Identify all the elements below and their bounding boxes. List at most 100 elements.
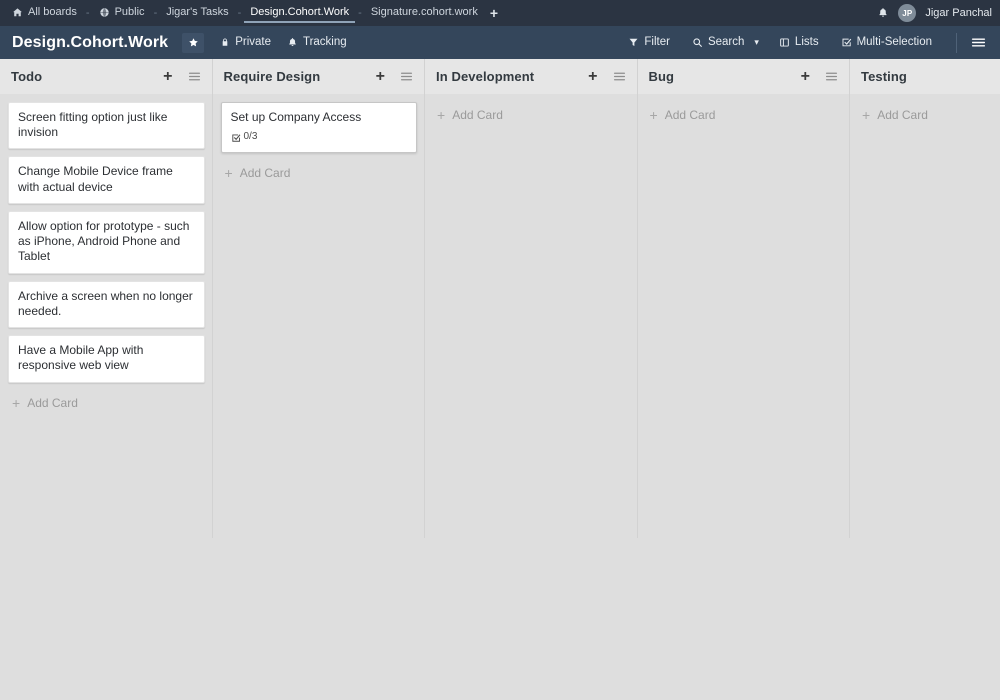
breadcrumb-separator: - (355, 7, 365, 19)
card-title: Have a Mobile App with responsive web vi… (18, 343, 195, 373)
column-menu-icon[interactable] (390, 71, 413, 82)
star-board-button[interactable] (182, 33, 204, 53)
column-card-list: + Add Card (425, 94, 638, 544)
card[interactable]: Have a Mobile App with responsive web vi… (8, 335, 205, 382)
add-card-plus-icon[interactable]: + (796, 69, 815, 85)
column-card-list: Screen fitting option just like invision… (0, 94, 213, 544)
breadcrumb-item-signature-cohort-work[interactable]: Signature.cohort.work (365, 3, 484, 23)
plus-icon: + (225, 166, 233, 180)
filter-button[interactable]: Filter (628, 37, 670, 49)
notifications-bell-icon[interactable] (877, 7, 889, 19)
board-icon (779, 37, 790, 48)
column-header: Require Design+ (213, 59, 426, 94)
add-card-label: Add Card (877, 108, 928, 122)
board-column-bug: Bug++Add Card (638, 59, 851, 544)
filter-label: Filter (644, 37, 670, 49)
column-header: In Development+ (425, 59, 638, 94)
card-badges: 0/3 (231, 131, 408, 144)
board-visibility-button[interactable]: Private (220, 37, 271, 49)
add-card-label: Add Card (240, 166, 291, 180)
home-icon (12, 7, 23, 18)
search-button[interactable]: Search (692, 37, 744, 49)
board-toolbar-actions: Filter Search ▾ Lists Multi-Selection (628, 33, 992, 53)
board-tracking-label: Tracking (303, 37, 347, 49)
add-card-plus-icon[interactable]: + (371, 69, 390, 85)
board-column-require-design: Require Design+ Set up Company Access 0/3 +… (213, 59, 426, 544)
column-menu-icon[interactable] (603, 71, 626, 82)
add-card-button[interactable]: + Add Card (433, 102, 630, 128)
card-title: Allow option for prototype - such as iPh… (18, 219, 195, 265)
hamburger-menu-icon[interactable] (971, 36, 992, 49)
checklist-count: 0/3 (244, 131, 258, 144)
lists-button[interactable]: Lists (779, 37, 819, 49)
breadcrumb-item-jigar-s-tasks[interactable]: Jigar's Tasks (160, 3, 234, 23)
multi-selection-label: Multi-Selection (857, 37, 932, 49)
card[interactable]: Change Mobile Device frame with actual d… (8, 156, 205, 203)
breadcrumb-label: Public (115, 7, 145, 18)
board-column-todo: Todo+Screen fitting option just like inv… (0, 59, 213, 544)
board-column-in-development: In Development++Add Card (425, 59, 638, 544)
search-label: Search (708, 37, 744, 49)
card-title: Set up Company Access (231, 110, 408, 125)
add-card-label: Add Card (27, 396, 78, 410)
breadcrumb-item-all-boards[interactable]: All boards (6, 3, 83, 23)
breadcrumb: All boards-Public-Jigar's Tasks-Design.C… (6, 3, 877, 23)
breadcrumb-separator: - (151, 7, 161, 19)
add-card-label: Add Card (665, 108, 716, 122)
plus-icon: + (437, 108, 445, 122)
lock-icon (220, 37, 230, 48)
column-card-list: + Add Card (850, 94, 1000, 544)
column-card-list: Set up Company Access 0/3 + Add Card (213, 94, 426, 544)
kanban-board: Todo+Screen fitting option just like inv… (0, 59, 1000, 544)
search-icon (692, 37, 703, 48)
card-title: Archive a screen when no longer needed. (18, 289, 195, 319)
card-title: Screen fitting option just like invision (18, 110, 195, 140)
column-header: Bug+ (638, 59, 851, 94)
column-menu-icon[interactable] (178, 71, 201, 82)
column-menu-icon[interactable] (815, 71, 838, 82)
plus-icon: + (12, 396, 20, 410)
card[interactable]: Archive a screen when no longer needed. (8, 281, 205, 328)
plus-icon: + (862, 108, 870, 122)
add-card-button[interactable]: + Add Card (858, 102, 1000, 128)
star-icon (188, 37, 199, 48)
column-title: In Development (436, 69, 583, 84)
top-nav-right-actions: JP Jigar Panchal (877, 4, 992, 22)
breadcrumb-label: Design.Cohort.Work (250, 7, 349, 18)
add-board-button[interactable]: + (484, 6, 504, 20)
breadcrumb-item-design-cohort-work[interactable]: Design.Cohort.Work (244, 3, 355, 23)
breadcrumb-label: Signature.cohort.work (371, 7, 478, 18)
user-name-label[interactable]: Jigar Panchal (925, 7, 992, 19)
add-card-label: Add Card (452, 108, 503, 122)
add-card-button[interactable]: + Add Card (221, 160, 418, 186)
globe-icon (99, 7, 110, 18)
column-title: Todo (11, 69, 158, 84)
board-tracking-button[interactable]: Tracking (287, 37, 347, 49)
card[interactable]: Set up Company Access 0/3 (221, 102, 418, 153)
search-dropdown-caret-icon[interactable]: ▾ (754, 37, 759, 48)
avatar[interactable]: JP (898, 4, 916, 22)
add-card-button[interactable]: + Add Card (8, 390, 205, 416)
checkbox-icon (841, 37, 852, 48)
column-title: Bug (649, 69, 796, 84)
column-header: Testing (850, 59, 1000, 94)
top-navigation-bar: All boards-Public-Jigar's Tasks-Design.C… (0, 0, 1000, 26)
checklist-badge: 0/3 (231, 131, 258, 144)
bell-icon (287, 37, 298, 48)
card[interactable]: Allow option for prototype - such as iPh… (8, 211, 205, 274)
board-toolbar: Design.Cohort.Work Private Tracking Filt… (0, 26, 1000, 59)
checkbox-check-icon (231, 133, 241, 143)
plus-icon: + (650, 108, 658, 122)
multi-selection-button[interactable]: Multi-Selection (841, 37, 932, 49)
breadcrumb-label: Jigar's Tasks (166, 7, 228, 18)
breadcrumb-label: All boards (28, 7, 77, 18)
add-card-plus-icon[interactable]: + (158, 69, 177, 85)
add-card-button[interactable]: + Add Card (646, 102, 843, 128)
card[interactable]: Screen fitting option just like invision (8, 102, 205, 149)
breadcrumb-item-public[interactable]: Public (93, 3, 151, 23)
page-title: Design.Cohort.Work (12, 34, 168, 52)
column-card-list: + Add Card (638, 94, 851, 544)
funnel-icon (628, 37, 639, 48)
add-card-plus-icon[interactable]: + (583, 69, 602, 85)
lists-label: Lists (795, 37, 819, 49)
